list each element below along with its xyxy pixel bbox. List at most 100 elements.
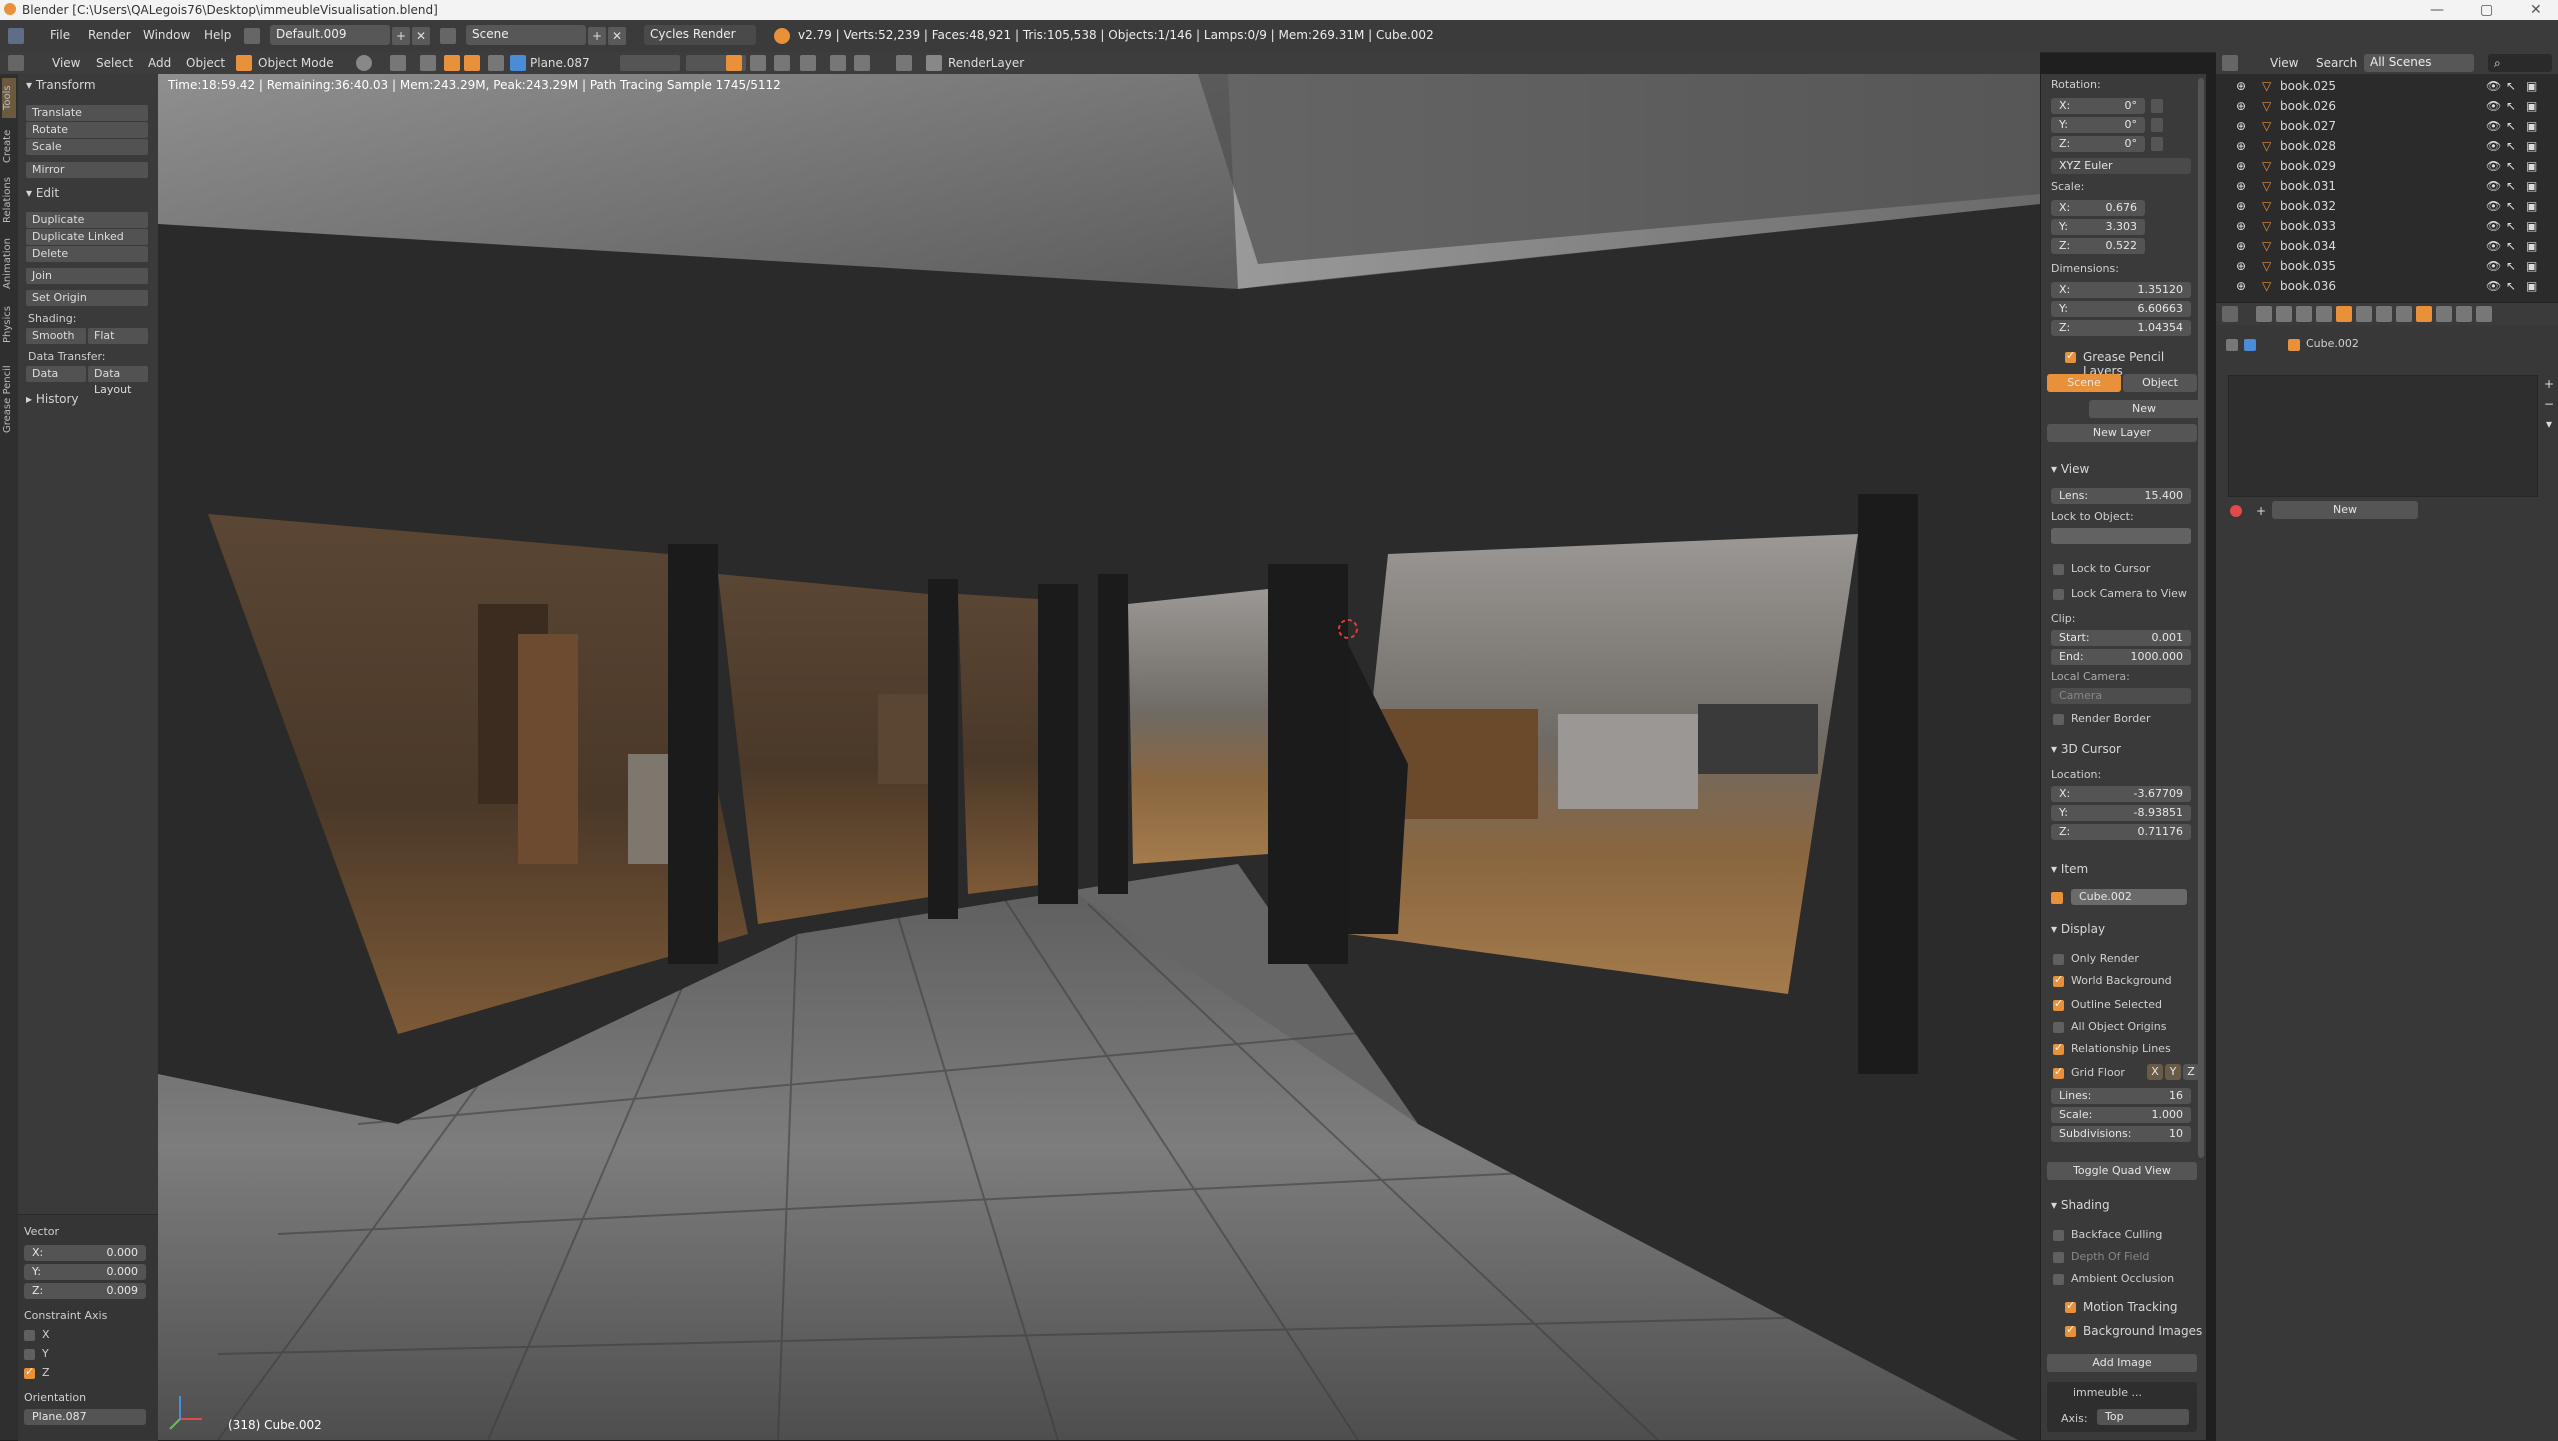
render-border-checkbox[interactable]: [2053, 714, 2064, 725]
lock-to-cursor-checkbox[interactable]: [2053, 564, 2064, 575]
tab-physics[interactable]: Physics: [2, 300, 16, 350]
lens-field[interactable]: Lens: 15.400: [2051, 488, 2191, 504]
lock-camera-to-view-checkbox[interactable]: [2053, 589, 2064, 600]
viewport-shading-icon[interactable]: [356, 55, 372, 71]
3d-cursor-panel-title[interactable]: ▾ 3D Cursor: [2051, 742, 2121, 756]
outliner-row[interactable]: ⊕ ▽ book.029 👁 ↖ ▣: [2216, 156, 2558, 176]
physics-context-icon[interactable]: [2476, 306, 2492, 322]
vector-y-field[interactable]: Y: 0.000: [24, 1264, 146, 1280]
grid-axis-z-toggle[interactable]: Z: [2183, 1064, 2199, 1080]
mode-select[interactable]: Object Mode: [258, 56, 334, 70]
cursor-z-field[interactable]: Z: 0.71176: [2051, 824, 2191, 840]
modifiers-context-icon[interactable]: [2376, 306, 2392, 322]
view-panel-title[interactable]: ▾ View: [2051, 462, 2089, 476]
properties-scrollbar[interactable]: [2198, 78, 2204, 1158]
render-engine-select[interactable]: Cycles Render: [644, 25, 756, 45]
snap-target-icon[interactable]: [800, 55, 816, 71]
manipulator-icon[interactable]: [420, 55, 436, 71]
lock-object-field[interactable]: [2051, 528, 2191, 544]
render-layer-name[interactable]: RenderLayer: [948, 56, 1024, 70]
grid-scale-field[interactable]: Scale: 1.000: [2051, 1107, 2191, 1123]
scene-icon[interactable]: [440, 28, 456, 44]
screen-layout-icon[interactable]: [244, 28, 260, 44]
rotation-mode-select[interactable]: XYZ Euler: [2051, 158, 2191, 174]
menu-object[interactable]: Object: [186, 56, 225, 70]
rotate-manipulator-icon[interactable]: [464, 55, 480, 71]
particles-context-icon[interactable]: [2456, 306, 2472, 322]
rotation-x-field[interactable]: X: 0°: [2051, 98, 2145, 114]
scale-manipulator-icon[interactable]: [488, 55, 504, 71]
outliner-menu-view[interactable]: View: [2270, 56, 2298, 70]
properties-editor-icon[interactable]: [2222, 306, 2238, 322]
transform-panel-title[interactable]: ▾ Transform: [26, 78, 96, 92]
gp-new-layer-button[interactable]: New Layer: [2047, 424, 2197, 442]
duplicate-button[interactable]: Duplicate: [26, 212, 148, 228]
toggle-quad-view-button[interactable]: Toggle Quad View: [2047, 1162, 2197, 1180]
tab-grease-pencil[interactable]: Grease Pencil: [2, 354, 16, 444]
scale-x-field[interactable]: X: 0.676: [2051, 200, 2145, 216]
slot-specials-icon[interactable]: ▾: [2540, 415, 2558, 433]
outliner-editor-icon[interactable]: [2222, 55, 2238, 71]
constraints-context-icon[interactable]: [2356, 306, 2372, 322]
3d-viewport[interactable]: Time:18:59.42 | Remaining:36:40.03 | Mem…: [158, 74, 2040, 1440]
rotate-button[interactable]: Rotate: [26, 122, 148, 138]
transform-orientation-select[interactable]: Plane.087: [530, 56, 590, 70]
grid-axis-y-toggle[interactable]: Y: [2165, 1064, 2181, 1080]
gp-object-button[interactable]: Object: [2123, 374, 2197, 392]
outliner-menu-search[interactable]: Search: [2316, 56, 2357, 70]
edit-panel-title[interactable]: ▾ Edit: [26, 186, 59, 200]
outliner-row[interactable]: ⊕ ▽ book.035 👁 ↖ ▣: [2216, 256, 2558, 276]
clip-end-field[interactable]: End: 1000.000: [2051, 649, 2191, 665]
ambient-occlusion-checkbox[interactable]: [2053, 1274, 2064, 1285]
mirror-button[interactable]: Mirror: [26, 162, 148, 178]
grid-floor-checkbox[interactable]: [2053, 1065, 2064, 1079]
scene-context-icon[interactable]: [2296, 306, 2312, 322]
depth-of-field-checkbox[interactable]: [2053, 1252, 2064, 1263]
add-material-plus-icon[interactable]: +: [2252, 502, 2270, 520]
shading-panel-title[interactable]: ▾ Shading: [2051, 1198, 2110, 1212]
gp-scene-button[interactable]: Scene: [2047, 374, 2121, 392]
lock-rot-y-icon[interactable]: [2151, 118, 2163, 132]
render-layers-context-icon[interactable]: [2276, 306, 2292, 322]
outliner-row[interactable]: ⊕ ▽ book.034 👁 ↖ ▣: [2216, 236, 2558, 256]
shade-smooth-button[interactable]: Smooth: [26, 328, 86, 344]
translate-manipulator-icon[interactable]: [444, 55, 460, 71]
editor-type-icon[interactable]: [8, 28, 24, 44]
gp-layers-enable-checkbox[interactable]: [2065, 349, 2076, 363]
gp-new-button[interactable]: New: [2089, 400, 2199, 418]
menu-select[interactable]: Select: [96, 56, 133, 70]
world-context-icon[interactable]: [2316, 306, 2332, 322]
new-material-button[interactable]: New: [2272, 501, 2418, 519]
render-animation-icon[interactable]: [854, 55, 870, 71]
pivot-point-icon[interactable]: [390, 55, 406, 71]
close-icon[interactable]: ✕: [2530, 2, 2542, 18]
display-panel-title[interactable]: ▾ Display: [2051, 922, 2105, 936]
minimize-icon[interactable]: —: [2430, 2, 2444, 18]
tab-tools[interactable]: Tools: [2, 78, 16, 118]
data-transfer-button[interactable]: Data: [26, 366, 86, 382]
bg-image-name[interactable]: immeuble ...: [2073, 1386, 2142, 1399]
bg-axis-select[interactable]: Top: [2097, 1409, 2189, 1425]
outliner-row[interactable]: ⊕ ▽ book.025 👁 ↖ ▣: [2216, 76, 2558, 96]
remove-slot-button[interactable]: −: [2540, 395, 2558, 413]
cursor-y-field[interactable]: Y: -8.93851: [2051, 805, 2191, 821]
scale-button[interactable]: Scale: [26, 139, 148, 155]
lock-layers-icon[interactable]: [726, 55, 742, 71]
dim-x-field[interactable]: X: 1.35120: [2051, 282, 2191, 298]
menu-window[interactable]: Window: [143, 28, 190, 42]
scale-y-field[interactable]: Y: 3.303: [2051, 219, 2145, 235]
pause-icon[interactable]: [896, 55, 912, 71]
display-mode-select[interactable]: All Scenes: [2364, 54, 2474, 72]
translate-button[interactable]: Translate: [26, 105, 148, 121]
texture-context-icon[interactable]: [2436, 306, 2452, 322]
pin-icon[interactable]: [2226, 339, 2238, 351]
constraint-x-checkbox[interactable]: [24, 1330, 35, 1341]
clip-start-field[interactable]: Start: 0.001: [2051, 630, 2191, 646]
backface-culling-checkbox[interactable]: [2053, 1230, 2064, 1241]
rotation-y-field[interactable]: Y: 0°: [2051, 117, 2145, 133]
vector-z-field[interactable]: Z: 0.009: [24, 1283, 146, 1299]
grid-axis-x-toggle[interactable]: X: [2147, 1064, 2163, 1080]
constraint-y-checkbox[interactable]: [24, 1349, 35, 1360]
outliner-row[interactable]: ⊕ ▽ book.028 👁 ↖ ▣: [2216, 136, 2558, 156]
tab-create[interactable]: Create: [2, 124, 16, 168]
